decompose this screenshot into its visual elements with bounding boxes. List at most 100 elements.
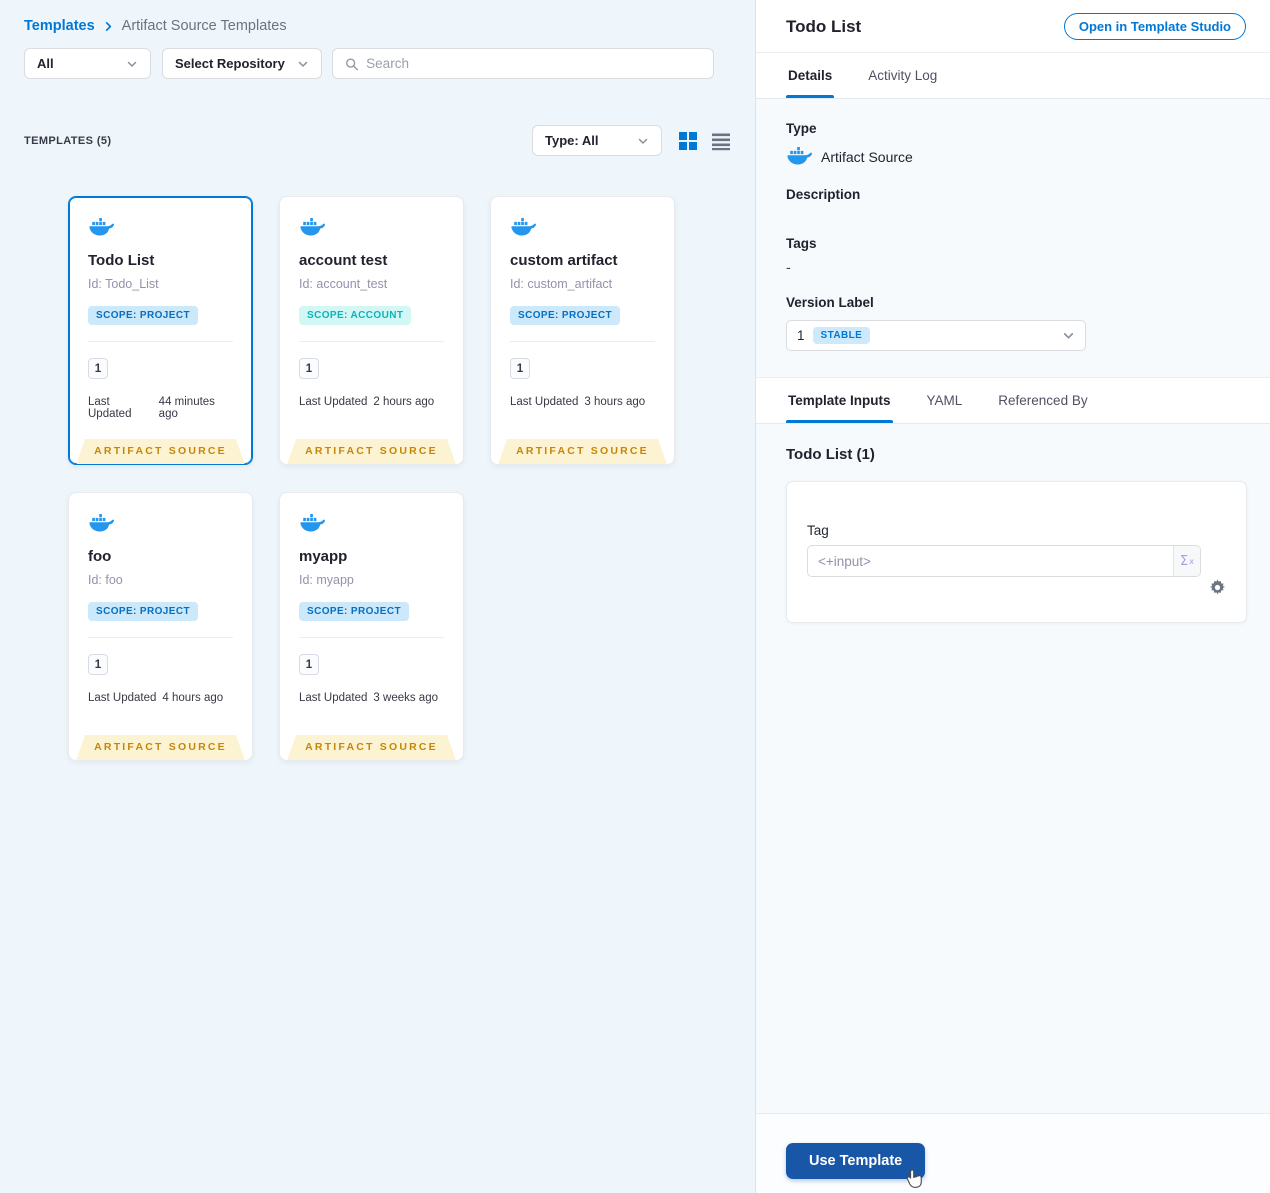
panel-header: Todo List Open in Template Studio (756, 0, 1270, 52)
last-updated: Last Updated 3 hours ago (510, 396, 646, 408)
tag-input[interactable] (808, 546, 1173, 576)
card-divider (88, 637, 233, 638)
version-select-dropdown[interactable]: 1 STABLE (786, 320, 1086, 351)
template-card-id: Id: Todo_List (88, 277, 159, 291)
stable-badge: STABLE (812, 327, 871, 344)
template-inputs-section: Todo List (1) Tag Σx (756, 424, 1270, 1113)
panel-footer: Use Template (756, 1113, 1270, 1193)
expression-sigma-button[interactable]: Σx (1173, 546, 1200, 576)
last-updated: Last Updated 44 minutes ago (88, 396, 215, 420)
scope-badge: SCOPE: PROJECT (88, 602, 198, 621)
use-template-button[interactable]: Use Template (786, 1143, 926, 1179)
artifact-source-ribbon: ARTIFACT SOURCE (76, 439, 245, 464)
templates-list-panel: Templates Artifact Source Templates All … (0, 0, 755, 1193)
template-card[interactable]: Todo List Id: Todo_List SCOPE: PROJECT 1… (68, 196, 253, 465)
scope-badge: SCOPE: PROJECT (299, 602, 409, 621)
templates-page: Templates Artifact Source Templates All … (0, 0, 1270, 1193)
tags-label: Tags (786, 236, 817, 251)
last-updated: Last Updated 3 weeks ago (299, 692, 438, 704)
search-box[interactable] (332, 48, 714, 79)
last-updated: Last Updated 2 hours ago (299, 396, 435, 408)
tab-activity-log[interactable]: Activity Log (866, 53, 939, 98)
version-count-badge: 1 (88, 654, 108, 675)
type-filter-dropdown[interactable]: Type: All (532, 125, 662, 156)
breadcrumb-chevron-icon (103, 21, 114, 32)
template-card-title: custom artifact (510, 252, 618, 269)
search-icon (346, 57, 358, 70)
template-card[interactable]: myapp Id: myapp SCOPE: PROJECT 1 Last Up… (279, 492, 464, 761)
version-count-badge: 1 (299, 358, 319, 379)
type-label: Type (786, 121, 817, 136)
docker-icon (300, 514, 325, 532)
inner-tabs: Template Inputs YAML Referenced By (756, 377, 1270, 424)
docker-icon (787, 147, 812, 165)
template-card-id: Id: account_test (299, 277, 388, 291)
search-input[interactable] (366, 56, 701, 71)
tab-referenced-by[interactable]: Referenced By (996, 378, 1089, 423)
version-count-badge: 1 (510, 358, 530, 379)
tag-label: Tag (807, 523, 829, 538)
tag-settings-gear-icon[interactable] (1209, 552, 1226, 622)
artifact-source-ribbon: ARTIFACT SOURCE (498, 439, 667, 464)
chevron-down-icon (1063, 333, 1074, 339)
list-header: TEMPLATES (5) Type: All (24, 125, 731, 156)
scope-filter-dropdown[interactable]: All (24, 48, 151, 79)
breadcrumb-current: Artifact Source Templates (121, 18, 287, 34)
template-card[interactable]: custom artifact Id: custom_artifact SCOP… (490, 196, 675, 465)
artifact-source-ribbon: ARTIFACT SOURCE (76, 735, 245, 760)
details-section: Type Artifact Source Description Tags - … (756, 99, 1270, 377)
filter-row: All Select Repository (24, 48, 731, 79)
docker-icon (300, 218, 325, 236)
version-count-badge: 1 (299, 654, 319, 675)
scope-badge: SCOPE: PROJECT (510, 306, 620, 325)
breadcrumb-templates-link[interactable]: Templates (24, 18, 95, 34)
docker-icon (89, 218, 114, 236)
tags-value: - (786, 259, 791, 275)
templates-count-label: TEMPLATES (5) (24, 134, 112, 147)
docker-icon (511, 218, 536, 236)
template-card[interactable]: account test Id: account_test SCOPE: ACC… (279, 196, 464, 465)
tab-details[interactable]: Details (786, 53, 835, 98)
artifact-source-ribbon: ARTIFACT SOURCE (287, 735, 456, 760)
panel-title: Todo List (786, 16, 862, 36)
grid-view-icon[interactable] (678, 131, 698, 151)
list-view-icon[interactable] (711, 131, 731, 151)
templates-grid: Todo List Id: Todo_List SCOPE: PROJECT 1… (68, 196, 708, 761)
template-card-id: Id: myapp (299, 573, 354, 587)
card-divider (510, 341, 655, 342)
version-label: Version Label (786, 295, 874, 310)
type-value: Artifact Source (786, 146, 1240, 167)
artifact-source-ribbon: ARTIFACT SOURCE (287, 439, 456, 464)
template-card-title: Todo List (88, 252, 155, 269)
details-tabs: Details Activity Log (756, 52, 1270, 99)
breadcrumb: Templates Artifact Source Templates (24, 18, 731, 34)
description-label: Description (786, 187, 861, 202)
template-card-title: foo (88, 548, 112, 565)
open-in-template-studio-button[interactable]: Open in Template Studio (1063, 13, 1246, 40)
repository-filter-dropdown[interactable]: Select Repository (162, 48, 322, 79)
view-toggles (678, 131, 731, 151)
version-number: 1 (797, 328, 805, 343)
tab-yaml[interactable]: YAML (925, 378, 965, 423)
template-card-id: Id: custom_artifact (510, 277, 613, 291)
chevron-down-icon (638, 138, 648, 144)
template-card[interactable]: foo Id: foo SCOPE: PROJECT 1 Last Update… (68, 492, 253, 761)
template-card-title: account test (299, 252, 388, 269)
tab-template-inputs[interactable]: Template Inputs (786, 378, 893, 423)
scope-badge: SCOPE: ACCOUNT (299, 306, 412, 325)
tag-field: Tag Σx (807, 523, 1201, 622)
template-card-title: myapp (299, 548, 348, 565)
inputs-card: Tag Σx (786, 481, 1247, 623)
card-divider (299, 341, 444, 342)
docker-icon (89, 514, 114, 532)
scope-badge: SCOPE: PROJECT (88, 306, 198, 325)
inputs-heading: Todo List (1) (786, 446, 875, 463)
card-divider (88, 341, 233, 342)
chevron-down-icon (127, 61, 137, 67)
template-details-panel: Todo List Open in Template Studio Detail… (755, 0, 1270, 1193)
template-card-id: Id: foo (88, 573, 123, 587)
last-updated: Last Updated 4 hours ago (88, 692, 224, 704)
chevron-down-icon (298, 61, 308, 67)
version-count-badge: 1 (88, 358, 108, 379)
card-divider (299, 637, 444, 638)
